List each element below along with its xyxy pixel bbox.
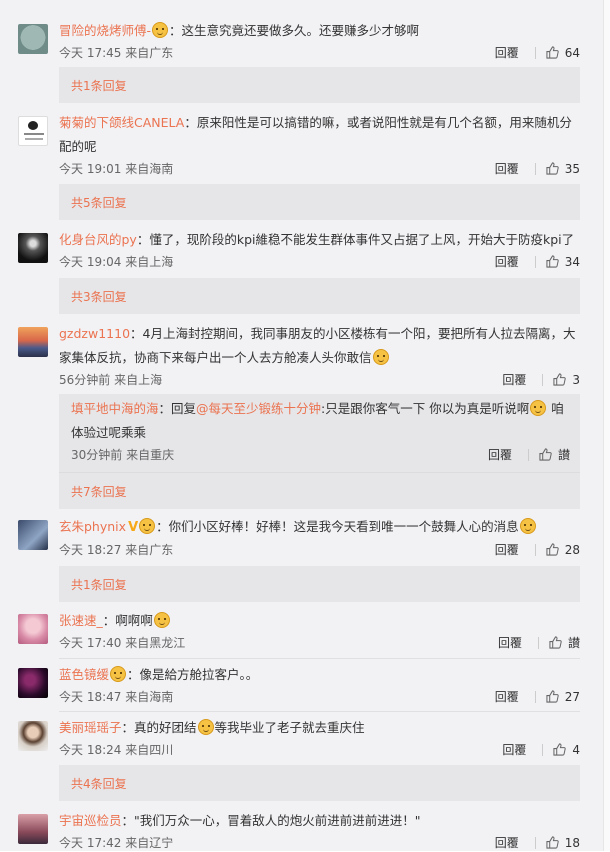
avatar[interactable]: [18, 814, 48, 844]
expand-replies[interactable]: 共3条回复: [59, 278, 580, 314]
mention-link[interactable]: @每天至少锻练十分钟: [196, 401, 321, 416]
reply-button[interactable]: 回覆: [495, 688, 525, 705]
emoji-icon: [519, 518, 536, 534]
like-count: 27: [564, 689, 580, 704]
user-badge-icon: [152, 22, 169, 38]
username-link[interactable]: 玄朱phynix: [59, 519, 126, 534]
comment-text: ：真的好团结: [121, 720, 197, 735]
username-link[interactable]: 宇宙巡检员: [59, 813, 122, 828]
avatar[interactable]: [18, 668, 48, 698]
comment-time: 今天 19:01 来自海南: [59, 162, 174, 176]
avatar[interactable]: [18, 614, 48, 644]
nested-reply: 填平地中海的海：回复@每天至少锻练十分钟:只是跟你客气一下 你以为真是听说啊 咱…: [59, 394, 580, 472]
avatar[interactable]: [18, 327, 48, 357]
comment-list: 冒险的烧烤师傅- ：这生意究竟还要做多久。还要赚多少才够啊 今天 17:45 来自…: [0, 0, 604, 851]
like-count: 64: [564, 45, 580, 60]
reply-button[interactable]: 回覆: [502, 371, 532, 388]
username-link[interactable]: 冒险的烧烤师傅-: [59, 23, 151, 38]
reply-button[interactable]: 回覆: [495, 253, 525, 270]
username-link[interactable]: 化身台风的py: [59, 232, 137, 247]
expand-replies[interactable]: 共4条回复: [59, 765, 580, 801]
like-button[interactable]: 35: [546, 162, 580, 176]
like-count: 讃: [567, 636, 580, 650]
like-count: 18: [564, 835, 580, 850]
emoji-icon: [197, 719, 214, 735]
like-button[interactable]: 3: [553, 373, 580, 387]
username-link[interactable]: 填平地中海的海: [71, 401, 159, 416]
like-button[interactable]: 讃: [549, 634, 580, 651]
user-badge-icon: [110, 666, 127, 682]
comment-time: 今天 17:45 来自广东: [59, 46, 174, 60]
expand-replies[interactable]: 共1条回复: [59, 67, 580, 103]
comment-time: 今天 18:47 来自海南: [59, 690, 174, 704]
like-count: 讃: [557, 448, 570, 462]
comment-text: ：这生意究竟还要做多久。还要赚多少才够啊: [169, 23, 420, 38]
reply-button[interactable]: 回覆: [495, 541, 525, 558]
thumbs-up-icon: [546, 836, 559, 849]
reply-button[interactable]: 回覆: [488, 446, 518, 463]
like-button[interactable]: 27: [546, 690, 580, 704]
user-badge-icon: [139, 518, 156, 534]
like-button[interactable]: 64: [546, 46, 580, 60]
thumbs-up-icon: [546, 255, 559, 268]
avatar[interactable]: [18, 24, 48, 54]
thumbs-up-icon: [546, 543, 559, 556]
divider: [59, 711, 580, 712]
like-button[interactable]: 18: [546, 836, 580, 850]
comment-text: ："我们万众一心，冒着敌人的炮火前进前进前进进！": [121, 813, 421, 828]
thumbs-up-icon: [546, 690, 559, 703]
comment-text: ：啊啊啊: [102, 613, 153, 628]
username-link[interactable]: 张速速_: [59, 613, 103, 628]
comment-text: ：像是給方舱拉客户。。: [127, 667, 259, 682]
comment-time: 56分钟前 来自上海: [59, 373, 163, 387]
avatar[interactable]: [18, 520, 48, 550]
like-count: 34: [564, 254, 580, 269]
comment-text: ：你们小区好棒！好棒！这是我今天看到唯一一个鼓舞人心的消息: [156, 519, 519, 534]
reply-button[interactable]: 回覆: [495, 834, 525, 851]
like-count: 35: [564, 161, 580, 176]
thumbs-up-icon: [553, 743, 567, 756]
like-count: 3: [572, 372, 580, 387]
comment-time: 今天 19:04 来自上海: [59, 255, 174, 269]
comment-time: 30分钟前 来自重庆: [71, 448, 175, 462]
like-button[interactable]: 讃: [539, 446, 570, 463]
username-link[interactable]: gzdzw1110: [59, 326, 130, 341]
reply-button[interactable]: 回覆: [502, 741, 532, 758]
comment-time: 今天 17:40 来自黑龙江: [59, 636, 186, 650]
like-button[interactable]: 4: [553, 743, 580, 757]
emoji-icon: [153, 612, 170, 628]
comment-text: ：懂了，现阶段的kpi維稳不能发生群体事件又占据了上风，开始大于防疫kpi了: [136, 232, 575, 247]
username-link[interactable]: 菊菊的下颌线CANELA: [59, 115, 184, 130]
thumbs-up-icon: [553, 373, 567, 386]
avatar[interactable]: [18, 721, 48, 751]
username-link[interactable]: 美丽瑶瑶子: [59, 720, 122, 735]
emoji-icon: [372, 349, 389, 365]
emoji-icon: [530, 400, 547, 416]
like-count: 4: [572, 742, 580, 757]
avatar[interactable]: [18, 233, 48, 263]
expand-replies[interactable]: 共5条回复: [59, 184, 580, 220]
username-link[interactable]: 蓝色镜缓: [59, 667, 109, 682]
thumbs-up-icon: [539, 448, 552, 461]
comment-time: 今天 18:24 来自四川: [59, 743, 174, 757]
reply-button[interactable]: 回覆: [498, 634, 528, 651]
comment-time: 今天 17:42 来自辽宁: [59, 836, 174, 850]
comment-time: 今天 18:27 来自广东: [59, 543, 174, 557]
comment-text: ：4月上海封控期间，我同事朋友的小区楼栋有一个阳，要把所有人拉去隔离，大家集体反…: [59, 326, 576, 365]
expand-replies[interactable]: 共1条回复: [59, 566, 580, 602]
like-count: 28: [564, 542, 580, 557]
like-button[interactable]: 28: [546, 543, 580, 557]
reply-button[interactable]: 回覆: [495, 44, 525, 61]
thumbs-up-icon: [549, 636, 562, 649]
reply-button[interactable]: 回覆: [495, 160, 525, 177]
expand-replies[interactable]: 共7条回复: [59, 472, 580, 509]
divider: [59, 658, 580, 659]
scrollbar[interactable]: [603, 0, 610, 851]
thumbs-up-icon: [546, 46, 559, 59]
like-button[interactable]: 34: [546, 255, 580, 269]
avatar[interactable]: [18, 116, 48, 146]
verified-v-icon: V: [128, 520, 139, 535]
thumbs-up-icon: [546, 162, 559, 175]
